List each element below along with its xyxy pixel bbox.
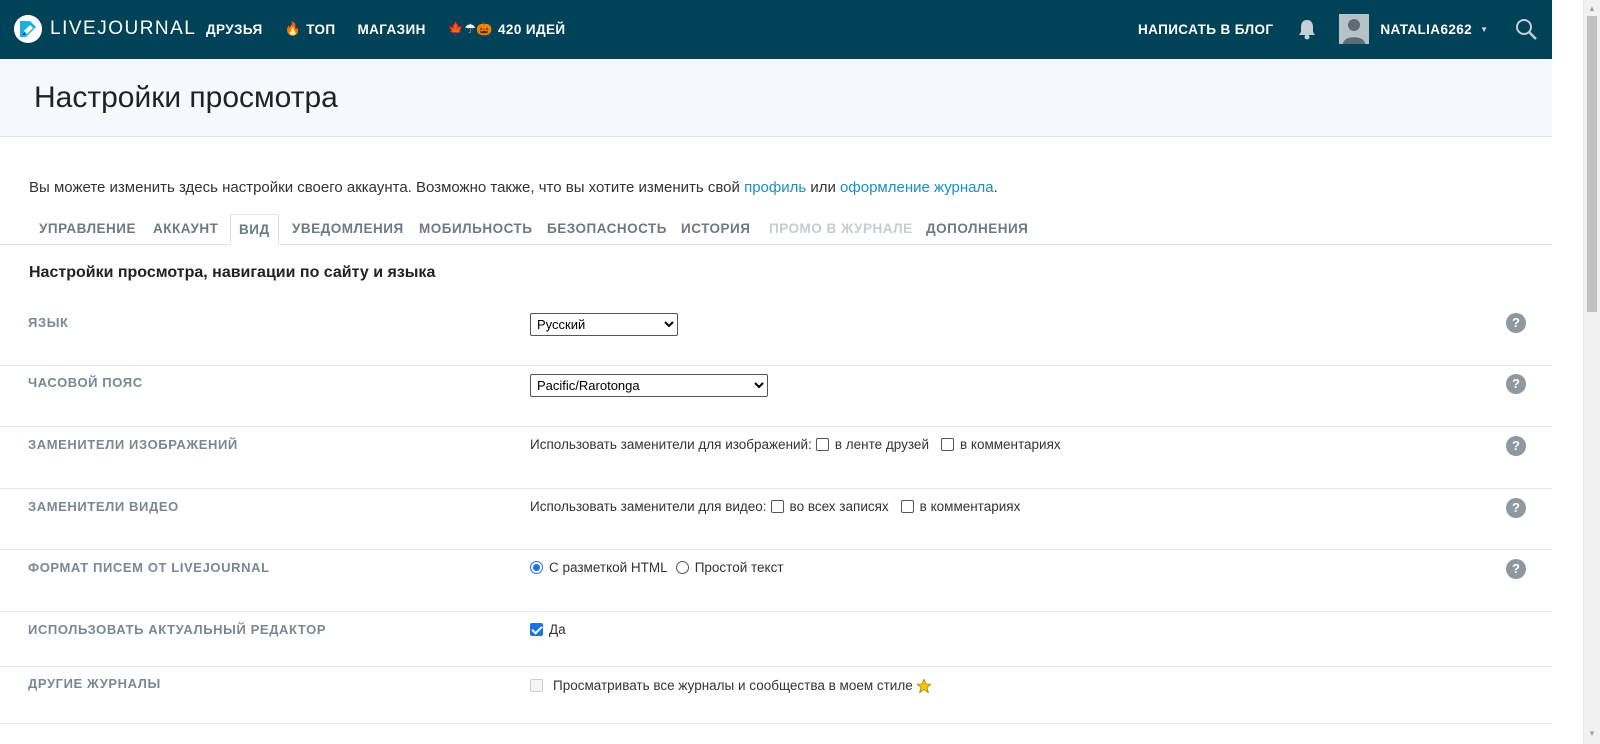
help-icon[interactable]: ? (1506, 374, 1526, 394)
intro-suffix: . (993, 179, 998, 196)
intro-mid: или (806, 179, 841, 196)
video-placeholders-all-label: во всех записях (789, 499, 889, 514)
video-placeholders-comments-checkbox[interactable] (900, 500, 914, 513)
image-placeholders-label: ЗАМЕНИТЕЛИ ИЗОБРАЖЕНИЙ (28, 437, 238, 452)
image-placeholders-prompt: Использовать заменители для изображений: (530, 437, 812, 452)
language-label: ЯЗЫК (28, 315, 69, 330)
help-icon[interactable]: ? (1506, 559, 1526, 579)
livejournal-logo[interactable]: LIVEJOURNAL (14, 14, 196, 44)
setting-row-email-format: ФОРМАТ ПИСЕМ ОТ LIVEJOURNAL С разметкой … (0, 550, 1552, 612)
help-icon[interactable]: ? (1506, 436, 1526, 456)
search-icon[interactable] (1514, 17, 1538, 41)
setting-row-image-placeholders: ЗАМЕНИТЕЛИ ИЗОБРАЖЕНИЙ Использовать заме… (0, 427, 1552, 489)
nav-shop[interactable]: МАГАЗИН (358, 22, 426, 37)
image-placeholders-friends-checkbox[interactable] (815, 438, 829, 451)
nav-ideas-label: 420 ИДЕЙ (498, 21, 566, 37)
other-journals-control: Просматривать все журналы и сообщества в… (530, 677, 932, 694)
other-journals-label: ДРУГИЕ ЖУРНАЛЫ (28, 676, 161, 691)
video-placeholders-label: ЗАМЕНИТЕЛИ ВИДЕО (28, 499, 179, 514)
tab-mobility[interactable]: МОБИЛЬНОСТЬ (411, 214, 540, 245)
scroll-down-arrow-icon[interactable]: ▼ (1588, 729, 1596, 738)
timezone-select[interactable]: Pacific/Rarotonga (530, 374, 768, 397)
image-placeholders-comments-checkbox[interactable] (940, 438, 954, 451)
editor-control: Да (530, 622, 574, 637)
user-nav: НАПИСАТЬ В БЛОГ NATALIA6262 ▼ (1138, 0, 1552, 58)
journal-design-link[interactable]: оформление журнала (840, 179, 994, 196)
tab-promo: ПРОМО В ЖУРНАЛЕ (769, 221, 913, 236)
scrollbar-thumb[interactable] (1587, 16, 1597, 312)
livejournal-logo-icon (14, 15, 42, 43)
page-header: Настройки просмотра (0, 59, 1552, 137)
email-format-plain-label: Простой текст (694, 560, 784, 575)
fire-icon: 🔥 (284, 21, 302, 36)
profile-link[interactable]: профиль (744, 179, 806, 196)
email-format-plain-radio[interactable] (675, 561, 689, 574)
notifications-bell-icon[interactable] (1297, 18, 1317, 40)
intro-prefix: Вы можете изменить здесь настройки своег… (29, 179, 745, 196)
scroll-up-arrow-icon[interactable]: ▲ (1588, 4, 1596, 13)
tab-view[interactable]: ВИД (230, 214, 279, 245)
setting-row-other-journals: ДРУГИЕ ЖУРНАЛЫ Просматривать все журналы… (0, 667, 1552, 724)
nav-ideas[interactable]: 🍁☂🎃 420 ИДЕЙ (448, 21, 566, 37)
vertical-scrollbar[interactable]: ▲ ▼ (1583, 0, 1600, 744)
editor-label: ИСПОЛЬЗОВАТЬ АКТУАЛЬНЫЙ РЕДАКТОР (28, 622, 327, 637)
editor-option-label: Да (549, 622, 566, 637)
editor-checkbox[interactable] (530, 623, 543, 636)
nav-shop-label: МАГАЗИН (357, 21, 426, 37)
tab-account[interactable]: АККАУНТ (145, 214, 226, 245)
nav-top-label: ТОП (306, 21, 336, 37)
tab-history[interactable]: ИСТОРИЯ (673, 214, 758, 245)
video-placeholders-prompt: Использовать заменители для видео: (530, 499, 767, 514)
logo-text: LIVEJOURNAL (50, 18, 197, 39)
email-format-html-radio[interactable] (530, 561, 543, 574)
top-navigation-bar: LIVEJOURNAL ДРУЗЬЯ 🔥 ТОП МАГАЗИН 🍁☂🎃 420 И… (0, 0, 1552, 59)
timezone-label: ЧАСОВОЙ ПОЯС (28, 375, 143, 390)
chevron-down-icon[interactable]: ▼ (1480, 25, 1488, 34)
language-select[interactable]: Русский (530, 313, 678, 336)
other-journals-option-label: Просматривать все журналы и сообщества в… (553, 678, 913, 693)
email-format-html-label: С разметкой HTML (549, 560, 668, 575)
image-placeholders-comments-label: в комментариях (959, 437, 1061, 452)
write-post-button[interactable]: НАПИСАТЬ В БЛОГ (1138, 22, 1273, 37)
tab-management[interactable]: УПРАВЛЕНИЕ (31, 214, 144, 245)
other-journals-checkbox (530, 679, 543, 692)
star-icon (915, 677, 932, 694)
tab-addons[interactable]: ДОПОЛНЕНИЯ (918, 214, 1036, 245)
setting-row-video-placeholders: ЗАМЕНИТЕЛИ ВИДЕО Использовать заменители… (0, 489, 1552, 550)
nav-top[interactable]: 🔥 ТОП (285, 21, 336, 37)
settings-tabs: УПРАВЛЕНИЕ АККАУНТ ВИД УВЕДОМЛЕНИЯ МОБИЛ… (0, 214, 1552, 245)
tab-security[interactable]: БЕЗОПАСНОСТЬ (539, 214, 675, 245)
help-icon[interactable]: ? (1506, 313, 1526, 333)
image-placeholders-friends-label: в ленте друзей (834, 437, 929, 452)
section-title: Настройки просмотра, навигации по сайту … (29, 264, 436, 281)
user-avatar[interactable] (1339, 14, 1370, 44)
video-placeholders-all-checkbox[interactable] (770, 500, 784, 513)
main-nav: ДРУЗЬЯ 🔥 ТОП МАГАЗИН 🍁☂🎃 420 ИДЕЙ (206, 0, 588, 58)
help-icon[interactable]: ? (1506, 498, 1526, 518)
video-placeholders-comments-label: в комментариях (919, 499, 1021, 514)
timezone-control: Pacific/Rarotonga (530, 374, 768, 397)
tab-notifications[interactable]: УВЕДОМЛЕНИЯ (284, 214, 412, 245)
setting-row-editor: ИСПОЛЬЗОВАТЬ АКТУАЛЬНЫЙ РЕДАКТОР Да (0, 612, 1552, 667)
nav-friends[interactable]: ДРУЗЬЯ (206, 22, 263, 37)
page-title: Настройки просмотра (34, 81, 338, 114)
autumn-icons: 🍁☂🎃 (447, 21, 494, 36)
intro-text: Вы можете изменить здесь настройки своег… (29, 179, 998, 196)
setting-row-timezone: ЧАСОВОЙ ПОЯС Pacific/Rarotonga ? (0, 366, 1552, 427)
email-format-control: С разметкой HTML Простой текст (530, 560, 792, 575)
language-control: Русский (530, 313, 678, 336)
image-placeholders-control: Использовать заменители для изображений:… (530, 437, 1069, 452)
username-menu[interactable]: NATALIA6262 (1380, 22, 1472, 37)
setting-row-language: ЯЗЫК Русский ? (0, 300, 1552, 366)
email-format-label: ФОРМАТ ПИСЕМ ОТ LIVEJOURNAL (28, 560, 270, 575)
nav-friends-label: ДРУЗЬЯ (206, 21, 263, 37)
video-placeholders-control: Использовать заменители для видео: во вс… (530, 499, 1028, 514)
